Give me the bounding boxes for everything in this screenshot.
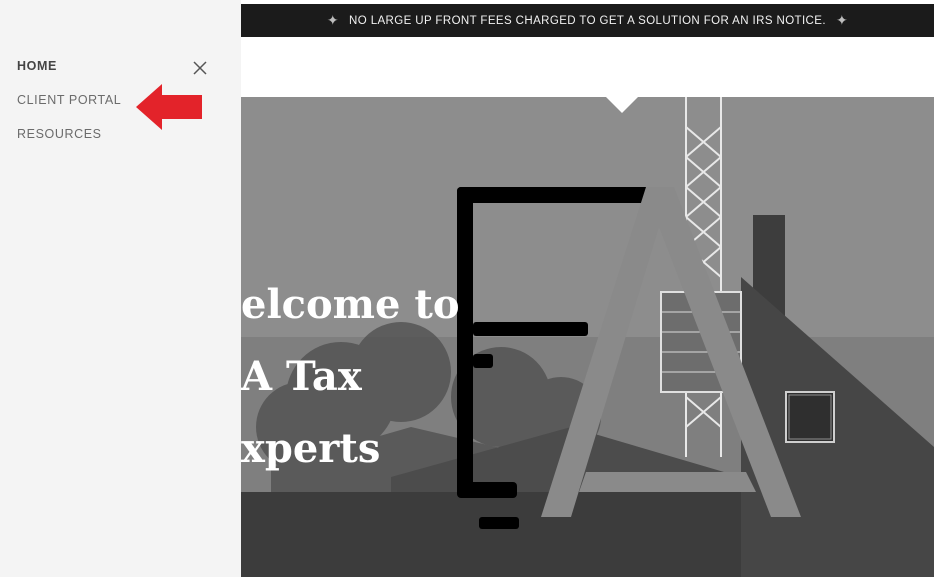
red-arrow-icon [136,82,206,137]
hero-title-line: xperts [241,425,381,472]
menu-item-client-portal[interactable]: CLIENT PORTAL [17,93,121,107]
announcement-bar: ✦ NO LARGE UP FRONT FEES CHARGED TO GET … [241,4,934,37]
announcement-text: NO LARGE UP FRONT FEES CHARGED TO GET A … [349,14,826,27]
hero-notch [606,97,638,113]
hero-title-line: elcome to [241,281,460,328]
menu-item-home[interactable]: HOME [17,59,57,73]
hero-title: elcome to A Tax xperts [241,269,541,485]
hero-banner: elcome to A Tax xperts [241,97,934,577]
compass-star-icon: ✦ [326,12,340,28]
hero-title-line: A Tax [241,353,362,400]
side-menu: HOME CLIENT PORTAL RESOURCES [0,0,241,577]
compass-star-icon: ✦ [835,12,849,28]
close-icon[interactable] [190,58,210,78]
menu-item-resources[interactable]: RESOURCES [17,127,102,141]
